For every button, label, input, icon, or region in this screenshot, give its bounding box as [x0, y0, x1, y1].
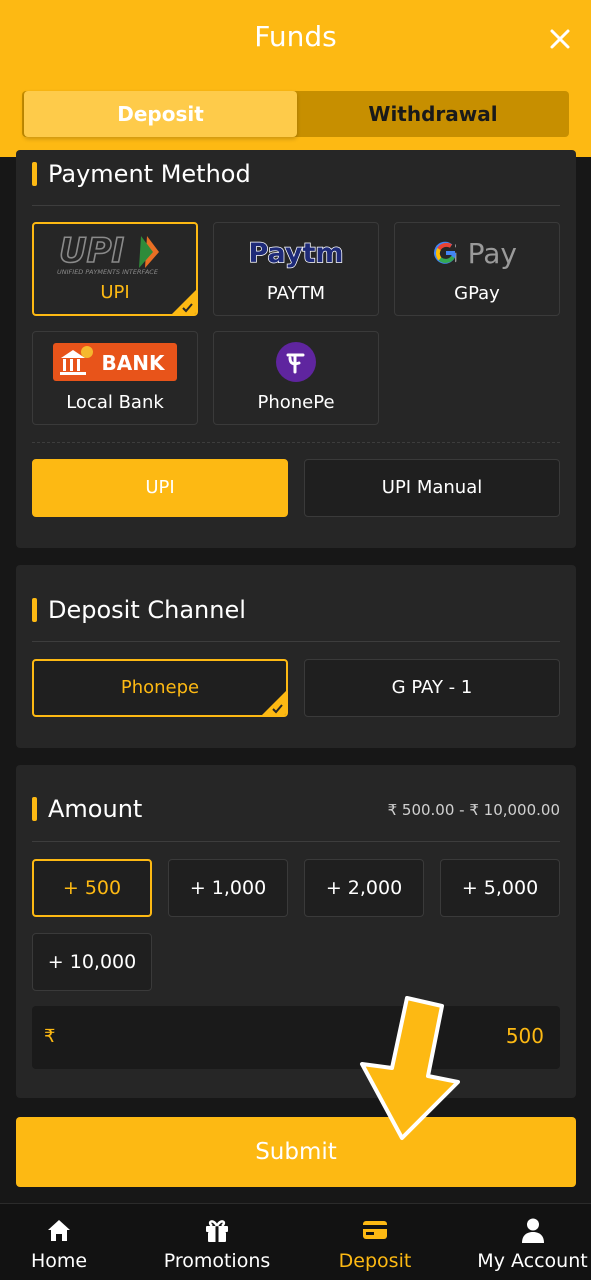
dashed-divider [32, 442, 560, 443]
home-icon [48, 1220, 70, 1241]
upi-logo: UPI UNIFIED PAYMENTS INTERFACE [34, 232, 196, 276]
gpay-logo: G Pay [395, 231, 559, 275]
paytm-logo-text: Paytm [248, 238, 343, 269]
tab-withdrawal[interactable]: Withdrawal [297, 91, 569, 137]
section-bar [32, 598, 37, 622]
divider [32, 841, 560, 842]
deposit-channel-title: Deposit Channel [32, 596, 246, 624]
quick-amount-10000[interactable]: + 10,000 [32, 933, 152, 991]
header: Funds Deposit Withdrawal [0, 0, 591, 157]
payment-method-upi[interactable]: UPI UNIFIED PAYMENTS INTERFACE UPI [32, 222, 198, 316]
nav-deposit[interactable]: Deposit [317, 1204, 433, 1280]
phonepe-logo [214, 340, 378, 384]
amount-heading: Amount [48, 795, 143, 823]
divider [32, 205, 560, 206]
card-icon [363, 1221, 387, 1239]
payment-method-label: PAYTM [266, 283, 326, 304]
nav-my-account[interactable]: My Account [474, 1204, 591, 1280]
currency-symbol: ₹ [44, 1026, 56, 1047]
amount-value: 500 [505, 1024, 544, 1048]
deposit-channel-heading: Deposit Channel [48, 596, 246, 624]
nav-label: My Account [477, 1250, 588, 1272]
payment-method-phonepe[interactable]: PhonePe [213, 331, 379, 425]
amount-input[interactable]: ₹ 500 [32, 1006, 560, 1069]
upi-logo-subtext: UNIFIED PAYMENTS INTERFACE [57, 268, 159, 276]
section-bar [32, 797, 37, 821]
payment-method-paytm[interactable]: Paytm PAYTM [213, 222, 379, 316]
gift-icon [206, 1220, 228, 1242]
quick-amount-500[interactable]: + 500 [32, 859, 152, 917]
payment-method-heading: Payment Method [48, 160, 251, 188]
user-icon [521, 1218, 544, 1243]
payment-method-title: Payment Method [32, 160, 251, 188]
bank-logo-text: BANK [102, 351, 166, 375]
check-icon [262, 691, 286, 715]
amount-card: Amount ₹ 500.00 - ₹ 10,000.00 + 500 + 1,… [16, 765, 576, 1098]
channel-label: Phonepe [120, 677, 200, 698]
payment-method-local-bank[interactable]: BANK Local Bank [32, 331, 198, 425]
page-title: Funds [254, 20, 337, 53]
upi-manual-option-button[interactable]: UPI Manual [304, 459, 560, 517]
divider [32, 641, 560, 642]
payment-method-card: Payment Method UPI UNIFIED PAYMENTS INTE… [16, 150, 576, 548]
amount-title: Amount [32, 795, 142, 823]
payment-method-label: GPay [454, 283, 500, 304]
check-icon [172, 290, 196, 314]
bank-logo: BANK [33, 340, 197, 384]
nav-home[interactable]: Home [0, 1204, 118, 1280]
close-button[interactable] [545, 24, 575, 54]
close-icon [550, 29, 570, 49]
bottom-nav: Home Promotions Deposit My Account [0, 1203, 591, 1280]
channel-phonepe-button[interactable]: Phonepe [32, 659, 288, 717]
paytm-logo: Paytm [214, 231, 378, 275]
deposit-channel-card: Deposit Channel Phonepe G PAY - 1 [16, 565, 576, 748]
nav-label: Deposit [338, 1250, 412, 1272]
upi-logo-text: UPI [59, 232, 124, 271]
payment-method-label: Local Bank [66, 392, 164, 413]
upi-option-button[interactable]: UPI [32, 459, 288, 517]
payment-method-gpay[interactable]: G Pay GPay [394, 222, 560, 316]
quick-amount-2000[interactable]: + 2,000 [304, 859, 424, 917]
funds-tabs: Deposit Withdrawal [22, 91, 569, 137]
submit-button[interactable]: Submit [16, 1117, 576, 1187]
section-bar [32, 162, 37, 186]
channel-gpay-button[interactable]: G PAY - 1 [304, 659, 560, 717]
nav-promotions[interactable]: Promotions [150, 1204, 284, 1280]
nav-label: Promotions [163, 1250, 271, 1272]
quick-amount-1000[interactable]: + 1,000 [168, 859, 288, 917]
payment-method-label: PhonePe [257, 392, 335, 413]
amount-range: ₹ 500.00 - ₹ 10,000.00 [387, 801, 560, 819]
nav-label: Home [30, 1250, 88, 1272]
tab-deposit[interactable]: Deposit [24, 91, 297, 137]
quick-amount-5000[interactable]: + 5,000 [440, 859, 560, 917]
